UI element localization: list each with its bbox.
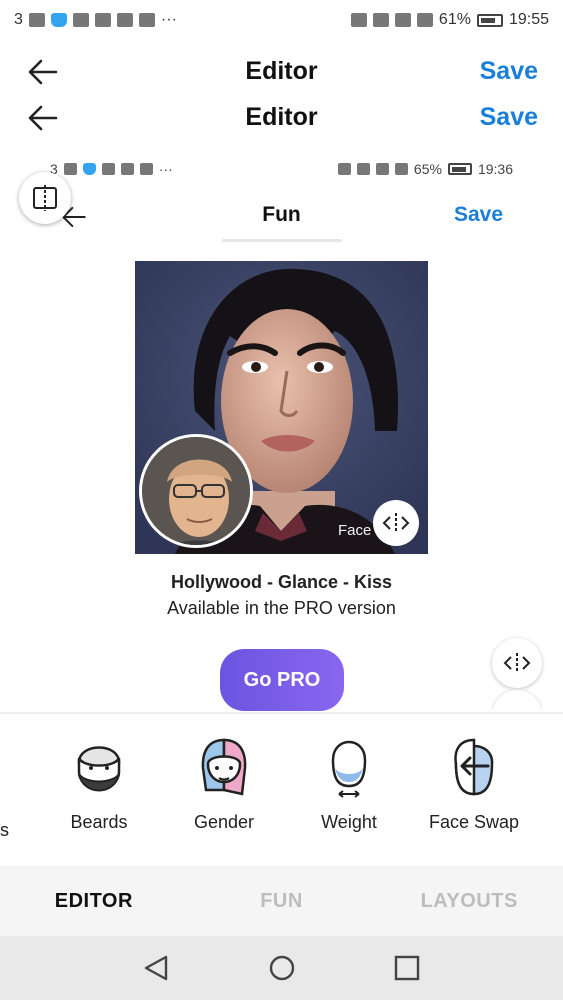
incognito-icon (28, 13, 45, 27)
battery-icon (476, 13, 503, 27)
tool-beards[interactable]: Beards (44, 734, 154, 844)
signal-icon (394, 163, 408, 175)
compare-button[interactable] (19, 172, 71, 224)
more-notifications: ··· (158, 161, 173, 177)
eye-icon (356, 163, 370, 175)
battery-percent: 61% (438, 11, 471, 28)
tab-fun[interactable]: FUN (188, 866, 376, 936)
save-button[interactable]: Save (480, 103, 538, 132)
checkmark-icon (94, 13, 111, 27)
tool-weight[interactable]: Weight (294, 734, 404, 844)
weight-face-icon (331, 740, 367, 798)
shield-icon (82, 163, 96, 175)
beard-face-icon (77, 746, 121, 792)
nfc-icon (350, 13, 367, 27)
gender-face-icon (201, 738, 247, 796)
save-button[interactable]: Save (480, 57, 538, 86)
save-button[interactable]: Save (454, 203, 503, 227)
discord-icon (72, 13, 89, 27)
split-arrows-icon (503, 653, 531, 673)
duplicate-app-bar: Editor Save (0, 95, 563, 141)
tool-gender[interactable]: Gender (169, 734, 279, 844)
battery-icon (447, 163, 472, 175)
embedded-status-bar: 3 ··· 65% 19:36 (0, 158, 563, 180)
split-view-button[interactable] (373, 500, 419, 546)
status-bar: 3 ··· 61% 19:55 (0, 6, 563, 34)
tool-label: Weight (321, 812, 377, 832)
incognito-icon (63, 163, 77, 175)
bottom-tab-bar: EDITOR FUN LAYOUTS (0, 866, 563, 936)
fun-app-bar: Fun Save (0, 193, 563, 239)
tool-label: Beards (70, 812, 128, 832)
checkmark-icon (101, 163, 115, 175)
go-pro-button[interactable]: Go PRO (220, 649, 344, 711)
signal-icon (416, 13, 433, 27)
cloud-icon (116, 13, 133, 27)
tool-face-swap[interactable]: Face Swap (419, 734, 529, 844)
tool-label: Gender (193, 812, 255, 832)
top-app-bar: Editor Save (0, 49, 563, 95)
wifi-icon (375, 163, 389, 175)
pro-feature-subtitle: Available in the PRO version (167, 598, 396, 618)
tool-label-clipped: s (0, 820, 9, 840)
page-title: Editor (245, 57, 318, 85)
page-title: Editor (245, 103, 318, 131)
compare-icon (33, 185, 57, 211)
cloud-icon (120, 163, 134, 175)
battery-percent: 65% (413, 161, 442, 177)
nav-recents-icon[interactable] (391, 952, 423, 984)
eye-icon (372, 13, 389, 27)
play-store-icon (138, 13, 155, 27)
tool-label: Face Swap (428, 812, 520, 832)
side-split-button-partial[interactable] (492, 690, 542, 710)
drag-handle[interactable] (222, 239, 342, 242)
nav-back-icon[interactable] (140, 952, 172, 984)
shield-icon (50, 13, 67, 27)
nfc-icon (337, 163, 351, 175)
more-notifications: ··· (160, 11, 177, 28)
pro-feature-title: Hollywood - Glance - Kiss (170, 572, 393, 592)
face-swap-icon (454, 738, 494, 796)
side-split-button[interactable] (492, 638, 542, 688)
nav-home-icon[interactable] (266, 952, 298, 984)
system-navigation-bar (0, 936, 563, 1000)
split-arrows-icon (382, 513, 410, 533)
tab-layouts[interactable]: LAYOUTS (375, 866, 563, 936)
watermark-label: Face (338, 522, 372, 539)
divider (0, 712, 563, 714)
tab-editor[interactable]: EDITOR (0, 866, 188, 936)
wifi-icon (394, 13, 411, 27)
notification-count: 3 (14, 11, 23, 28)
source-face-thumbnail[interactable] (139, 434, 253, 548)
clock: 19:36 (477, 161, 513, 177)
clock: 19:55 (508, 11, 549, 28)
play-store-icon (139, 163, 153, 175)
